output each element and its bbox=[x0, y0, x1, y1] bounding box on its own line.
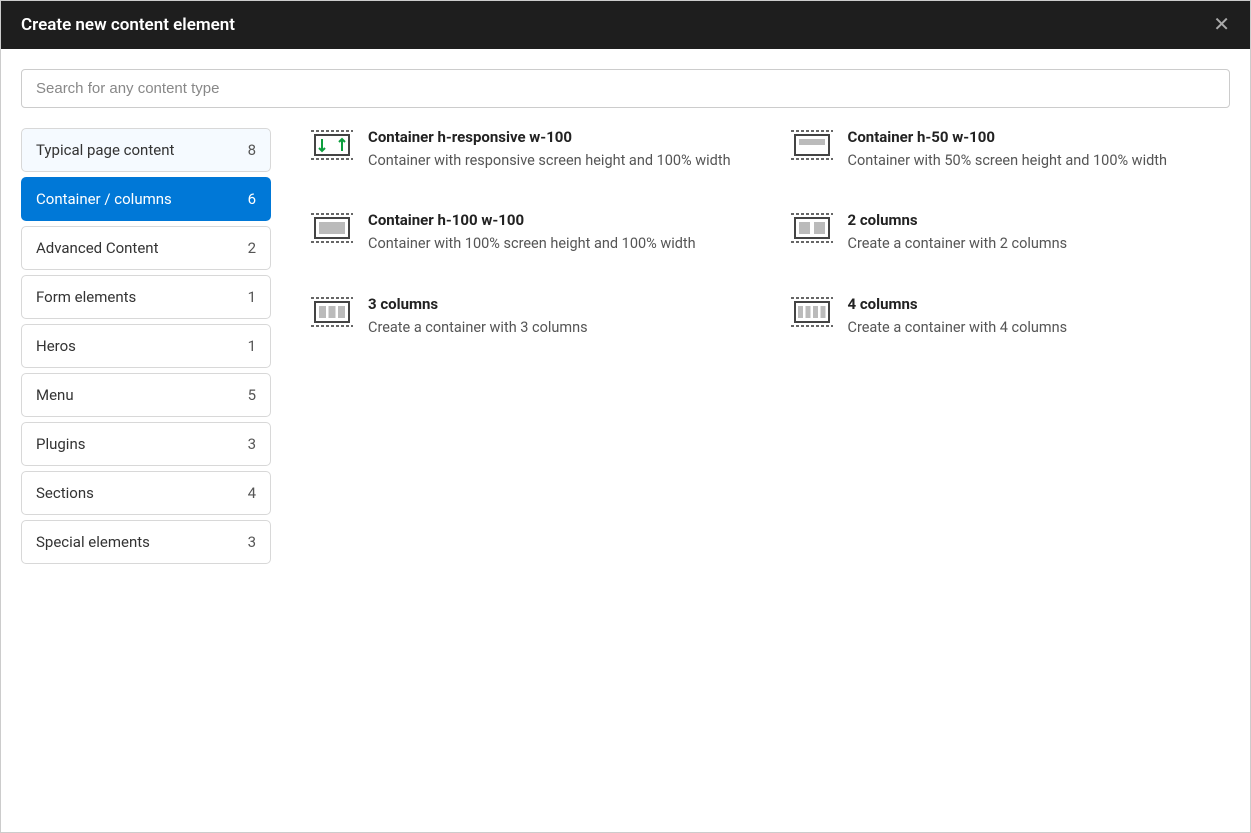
container-responsive-icon bbox=[311, 130, 353, 160]
sidebar-item-label: Heros bbox=[36, 337, 76, 355]
sidebar-item-label: Plugins bbox=[36, 435, 85, 453]
sidebar-item-advanced-content[interactable]: Advanced Content 2 bbox=[21, 226, 271, 270]
content-text: Container h-50 w-100 Container with 50% … bbox=[848, 128, 1231, 171]
modal-title: Create new content element bbox=[21, 15, 235, 35]
content-title: 4 columns bbox=[848, 295, 1231, 313]
content-item-container-h-50[interactable]: Container h-50 w-100 Container with 50% … bbox=[791, 128, 1231, 171]
sidebar-item-typical-page-content[interactable]: Typical page content 8 bbox=[21, 128, 271, 172]
sidebar-item-count: 8 bbox=[248, 141, 256, 159]
modal-header: Create new content element ✕ bbox=[1, 1, 1250, 49]
sidebar: Typical page content 8 Container / colum… bbox=[21, 128, 271, 812]
content-grid: Container h-responsive w-100 Container w… bbox=[311, 128, 1230, 812]
content-text: 3 columns Create a container with 3 colu… bbox=[368, 295, 751, 338]
content-text: Container h-100 w-100 Container with 100… bbox=[368, 211, 751, 254]
content-text: Container h-responsive w-100 Container w… bbox=[368, 128, 751, 171]
sidebar-item-label: Container / columns bbox=[36, 190, 172, 208]
sidebar-item-menu[interactable]: Menu 5 bbox=[21, 373, 271, 417]
columns-2-icon bbox=[791, 213, 833, 243]
modal-body: Typical page content 8 Container / colum… bbox=[1, 49, 1250, 832]
close-button[interactable]: ✕ bbox=[1213, 15, 1230, 35]
sidebar-item-container-columns[interactable]: Container / columns 6 bbox=[21, 177, 271, 221]
container-full-icon bbox=[311, 213, 353, 243]
content-title: 3 columns bbox=[368, 295, 751, 313]
content-title: Container h-100 w-100 bbox=[368, 211, 751, 229]
sidebar-item-count: 1 bbox=[248, 288, 256, 306]
sidebar-item-heros[interactable]: Heros 1 bbox=[21, 324, 271, 368]
sidebar-item-label: Typical page content bbox=[36, 141, 174, 159]
content-item-container-h-responsive[interactable]: Container h-responsive w-100 Container w… bbox=[311, 128, 751, 171]
content-desc: Container with 100% screen height and 10… bbox=[368, 234, 751, 254]
content-desc: Container with responsive screen height … bbox=[368, 151, 751, 171]
sidebar-item-special-elements[interactable]: Special elements 3 bbox=[21, 520, 271, 564]
create-content-modal: Create new content element ✕ Typical pag… bbox=[0, 0, 1251, 833]
content-text: 2 columns Create a container with 2 colu… bbox=[848, 211, 1231, 254]
sidebar-item-label: Advanced Content bbox=[36, 239, 158, 257]
content-item-3-columns[interactable]: 3 columns Create a container with 3 colu… bbox=[311, 295, 751, 338]
sidebar-item-label: Menu bbox=[36, 386, 74, 404]
content-title: 2 columns bbox=[848, 211, 1231, 229]
sidebar-item-count: 3 bbox=[248, 435, 256, 453]
content-title: Container h-responsive w-100 bbox=[368, 128, 751, 146]
content-item-container-h-100[interactable]: Container h-100 w-100 Container with 100… bbox=[311, 211, 751, 254]
content-desc: Create a container with 3 columns bbox=[368, 318, 751, 338]
close-icon: ✕ bbox=[1213, 14, 1230, 36]
sidebar-item-count: 2 bbox=[248, 239, 256, 257]
content-item-4-columns[interactable]: 4 columns Create a container with 4 colu… bbox=[791, 295, 1231, 338]
sidebar-item-plugins[interactable]: Plugins 3 bbox=[21, 422, 271, 466]
content-desc: Create a container with 4 columns bbox=[848, 318, 1231, 338]
sidebar-item-count: 6 bbox=[248, 190, 256, 208]
sidebar-item-count: 1 bbox=[248, 337, 256, 355]
content-area: Typical page content 8 Container / colum… bbox=[21, 128, 1230, 812]
columns-4-icon bbox=[791, 297, 833, 327]
content-desc: Create a container with 2 columns bbox=[848, 234, 1231, 254]
sidebar-item-label: Form elements bbox=[36, 288, 136, 306]
sidebar-item-sections[interactable]: Sections 4 bbox=[21, 471, 271, 515]
content-text: 4 columns Create a container with 4 colu… bbox=[848, 295, 1231, 338]
sidebar-item-label: Sections bbox=[36, 484, 94, 502]
columns-3-icon bbox=[311, 297, 353, 327]
sidebar-item-count: 5 bbox=[248, 386, 256, 404]
content-item-2-columns[interactable]: 2 columns Create a container with 2 colu… bbox=[791, 211, 1231, 254]
search-input[interactable] bbox=[21, 69, 1230, 108]
content-title: Container h-50 w-100 bbox=[848, 128, 1231, 146]
content-desc: Container with 50% screen height and 100… bbox=[848, 151, 1231, 171]
container-half-icon bbox=[791, 130, 833, 160]
sidebar-item-label: Special elements bbox=[36, 533, 150, 551]
sidebar-item-count: 3 bbox=[248, 533, 256, 551]
sidebar-item-count: 4 bbox=[248, 484, 256, 502]
sidebar-item-form-elements[interactable]: Form elements 1 bbox=[21, 275, 271, 319]
